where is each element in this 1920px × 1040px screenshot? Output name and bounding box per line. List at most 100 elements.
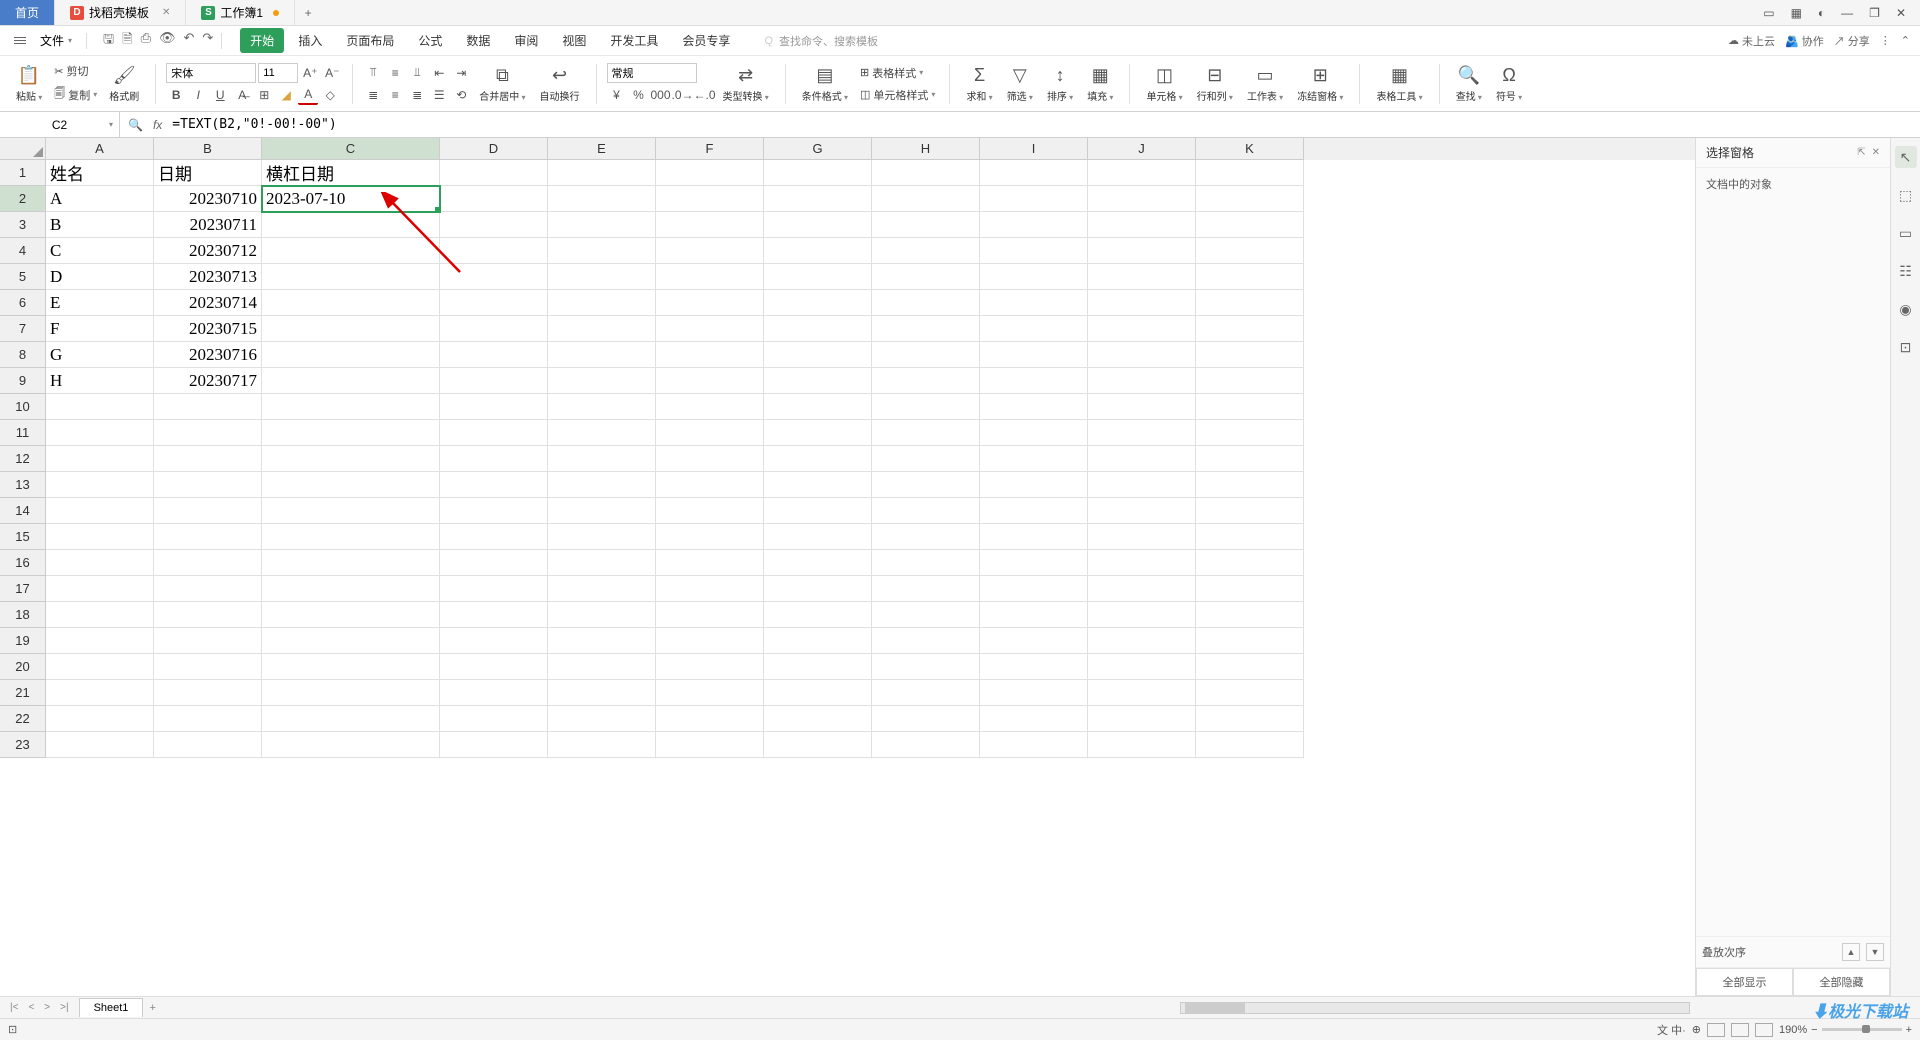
cell-C20[interactable] <box>262 654 440 680</box>
worksheet-button[interactable]: ▭工作表 <box>1241 63 1289 105</box>
cell-B3[interactable]: 20230711 <box>154 212 262 238</box>
cell-A5[interactable]: D <box>46 264 154 290</box>
cell-C18[interactable] <box>262 602 440 628</box>
cell-I11[interactable] <box>980 420 1088 446</box>
cell-F16[interactable] <box>656 550 764 576</box>
row-header-8[interactable]: 8 <box>0 342 46 368</box>
row-header-16[interactable]: 16 <box>0 550 46 576</box>
cell-A14[interactable] <box>46 498 154 524</box>
cell-F17[interactable] <box>656 576 764 602</box>
cell-D22[interactable] <box>440 706 548 732</box>
cell-H21[interactable] <box>872 680 980 706</box>
row-header-4[interactable]: 4 <box>0 238 46 264</box>
cell-E14[interactable] <box>548 498 656 524</box>
row-header-15[interactable]: 15 <box>0 524 46 550</box>
grid-scroll[interactable]: ABCDEFGHIJK 1姓名日期横杠日期2A202307102023-07-1… <box>0 138 1695 996</box>
more-icon[interactable]: ⋮ <box>1880 34 1891 47</box>
cell-J11[interactable] <box>1088 420 1196 446</box>
undo-icon[interactable]: ↶ <box>183 30 194 52</box>
cell-K14[interactable] <box>1196 498 1304 524</box>
row-header-2[interactable]: 2 <box>0 186 46 212</box>
cell-I7[interactable] <box>980 316 1088 342</box>
apps-icon[interactable]: ▦ <box>1787 4 1806 22</box>
cell-A1[interactable]: 姓名 <box>46 160 154 186</box>
cell-E21[interactable] <box>548 680 656 706</box>
cell-I15[interactable] <box>980 524 1088 550</box>
sheet-tab-1[interactable]: Sheet1 <box>79 998 144 1017</box>
cell-I9[interactable] <box>980 368 1088 394</box>
cell-H10[interactable] <box>872 394 980 420</box>
cell-E22[interactable] <box>548 706 656 732</box>
cell-H2[interactable] <box>872 186 980 212</box>
ribbon-tab-data[interactable]: 数据 <box>456 28 500 53</box>
save-icon[interactable]: 🖫 <box>103 30 114 52</box>
cell-E18[interactable] <box>548 602 656 628</box>
cell-G9[interactable] <box>764 368 872 394</box>
cell-E15[interactable] <box>548 524 656 550</box>
cell-G4[interactable] <box>764 238 872 264</box>
cell-K17[interactable] <box>1196 576 1304 602</box>
cell-B23[interactable] <box>154 732 262 758</box>
row-header-23[interactable]: 23 <box>0 732 46 758</box>
cell-G5[interactable] <box>764 264 872 290</box>
cell-C10[interactable] <box>262 394 440 420</box>
fx-icon[interactable]: fx <box>153 118 162 132</box>
cell-F5[interactable] <box>656 264 764 290</box>
cell-F19[interactable] <box>656 628 764 654</box>
column-header-F[interactable]: F <box>656 138 764 160</box>
cell-F20[interactable] <box>656 654 764 680</box>
cell-C12[interactable] <box>262 446 440 472</box>
cell-G22[interactable] <box>764 706 872 732</box>
cell-H8[interactable] <box>872 342 980 368</box>
cell-D2[interactable] <box>440 186 548 212</box>
column-header-H[interactable]: H <box>872 138 980 160</box>
format-painter-button[interactable]: 🖌格式刷 <box>103 61 145 106</box>
cell-E10[interactable] <box>548 394 656 420</box>
zoom-value[interactable]: 190% <box>1779 1024 1807 1036</box>
close-icon[interactable]: ✕ <box>162 7 170 18</box>
underline-icon[interactable]: U <box>210 85 230 105</box>
cell-B18[interactable] <box>154 602 262 628</box>
column-header-K[interactable]: K <box>1196 138 1304 160</box>
find-button[interactable]: 🔍查找 <box>1450 63 1488 105</box>
row-header-3[interactable]: 3 <box>0 212 46 238</box>
cell-J8[interactable] <box>1088 342 1196 368</box>
cell-E5[interactable] <box>548 264 656 290</box>
align-center-icon[interactable]: ≡ <box>385 85 405 105</box>
first-sheet-icon[interactable]: |< <box>6 1000 22 1015</box>
cell-G23[interactable] <box>764 732 872 758</box>
cell-H4[interactable] <box>872 238 980 264</box>
show-all-button[interactable]: 全部显示 <box>1696 968 1793 996</box>
align-middle-icon[interactable]: ≡ <box>385 63 405 83</box>
style-tool-icon[interactable]: ⬚ <box>1895 184 1917 206</box>
cell-K18[interactable] <box>1196 602 1304 628</box>
cell-H13[interactable] <box>872 472 980 498</box>
ribbon-tab-view[interactable]: 视图 <box>552 28 596 53</box>
cell-F12[interactable] <box>656 446 764 472</box>
cell-I23[interactable] <box>980 732 1088 758</box>
cell-K22[interactable] <box>1196 706 1304 732</box>
cell-I3[interactable] <box>980 212 1088 238</box>
cell-C13[interactable] <box>262 472 440 498</box>
cell-A20[interactable] <box>46 654 154 680</box>
cell-G1[interactable] <box>764 160 872 186</box>
type-convert-button[interactable]: ⇄类型转换 <box>717 63 775 105</box>
cell-J23[interactable] <box>1088 732 1196 758</box>
ribbon-tab-insert[interactable]: 插入 <box>288 28 332 53</box>
currency-icon[interactable]: ¥ <box>607 85 627 105</box>
cell-A22[interactable] <box>46 706 154 732</box>
cell-D8[interactable] <box>440 342 548 368</box>
settings-tool-icon[interactable]: ⊡ <box>1895 336 1917 358</box>
cell-E4[interactable] <box>548 238 656 264</box>
cell-F15[interactable] <box>656 524 764 550</box>
column-header-D[interactable]: D <box>440 138 548 160</box>
maximize-button[interactable]: ❐ <box>1865 4 1884 22</box>
cell-B20[interactable] <box>154 654 262 680</box>
cell-G6[interactable] <box>764 290 872 316</box>
cell-D17[interactable] <box>440 576 548 602</box>
cell-I2[interactable] <box>980 186 1088 212</box>
cell-B5[interactable]: 20230713 <box>154 264 262 290</box>
name-box[interactable] <box>0 112 120 137</box>
cell-I21[interactable] <box>980 680 1088 706</box>
border-icon[interactable]: ⊞ <box>254 85 274 105</box>
